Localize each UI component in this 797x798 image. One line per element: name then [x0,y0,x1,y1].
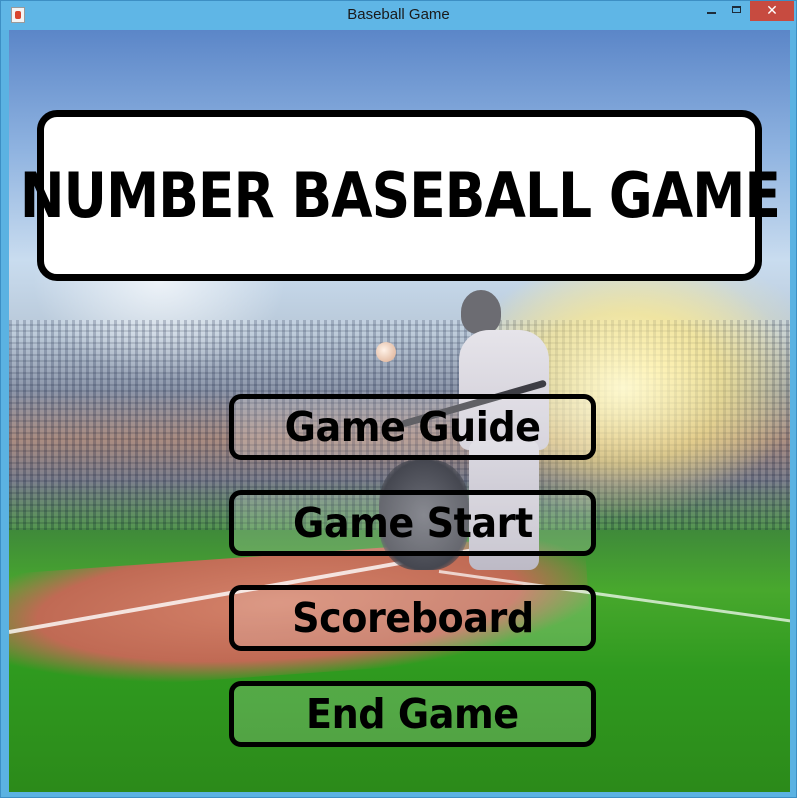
window-title: Baseball Game [347,6,450,23]
close-button[interactable]: ✕ [750,1,794,21]
end-game-button[interactable]: End Game [229,681,596,747]
game-title-banner: NUMBER BASEBALL GAME [19,110,780,281]
minimize-icon [707,12,716,14]
close-icon: ✕ [766,3,778,19]
baseball [376,342,396,362]
scoreboard-button[interactable]: Scoreboard [229,585,596,651]
scoreboard-label: Scoreboard [291,594,534,642]
game-start-label: Game Start [292,499,533,547]
game-title: NUMBER BASEBALL GAME [19,159,780,232]
main-menu-panel: NUMBER BASEBALL GAME Game Guide Game Sta… [9,30,790,792]
game-start-button[interactable]: Game Start [229,490,596,556]
app-window: Baseball Game ✕ NUMBER BASEBALL GAME Gam… [0,0,797,798]
maximize-button[interactable] [724,1,750,21]
maximize-icon [732,6,741,13]
minimize-button[interactable] [698,1,724,21]
title-bar[interactable]: Baseball Game ✕ [1,1,796,30]
game-guide-button[interactable]: Game Guide [229,394,596,460]
batter-helmet [461,290,501,334]
end-game-label: End Game [306,690,519,738]
game-guide-label: Game Guide [284,403,541,451]
